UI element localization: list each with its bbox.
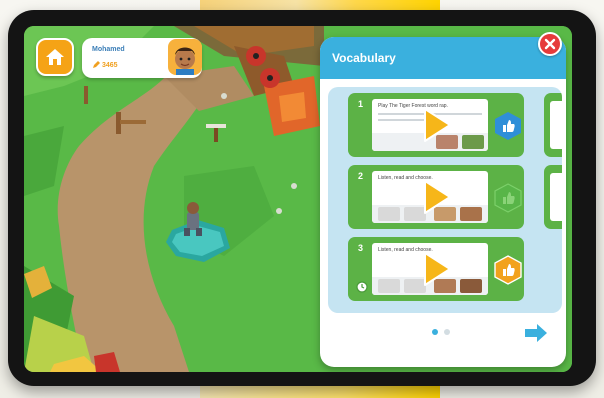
home-button[interactable] — [36, 38, 74, 76]
close-icon — [544, 38, 556, 50]
activity-card-2[interactable]: 2 Listen, read and choose. — [348, 165, 524, 229]
activity-number: 1 — [358, 99, 364, 109]
activity-card-peek[interactable] — [544, 93, 562, 157]
page-indicator — [432, 329, 450, 335]
avatar-face-icon — [175, 47, 195, 75]
player-name: Mohamed — [92, 46, 125, 53]
home-icon — [46, 49, 64, 65]
play-button[interactable] — [422, 251, 452, 287]
activity-card-1[interactable]: 1 Play The Tiger Forest word rap. — [348, 93, 524, 157]
green-hexagon-thumb-icon — [494, 183, 522, 213]
player-points: 3465 — [92, 61, 118, 69]
activity-number: 2 — [358, 171, 364, 181]
activity-card-peek[interactable] — [544, 165, 562, 229]
page-dot[interactable] — [444, 329, 450, 335]
game-screen: Mohamed 3465 Vocabulary 1 Play The Tiger… — [24, 26, 572, 372]
player-avatar[interactable] — [168, 39, 202, 75]
orange-hexagon-thumb-icon — [494, 255, 522, 285]
page-dot-active[interactable] — [432, 329, 438, 335]
activity-list: 1 Play The Tiger Forest word rap. 2 List… — [328, 87, 562, 313]
panel-header: Vocabulary — [320, 37, 566, 79]
play-button[interactable] — [422, 107, 452, 143]
panel-title: Vocabulary — [332, 51, 396, 65]
blue-hexagon-thumb-icon — [495, 112, 521, 140]
timer-icon — [356, 281, 368, 293]
activity-number: 3 — [358, 243, 364, 253]
next-arrow-button[interactable] — [524, 323, 548, 343]
player-points-value: 3465 — [102, 61, 118, 69]
vocabulary-panel: Vocabulary 1 Play The Tiger Forest word … — [320, 37, 566, 367]
pencil-icon — [93, 61, 100, 68]
play-button[interactable] — [422, 179, 452, 215]
close-button[interactable] — [538, 32, 562, 56]
activity-card-3[interactable]: 3 Listen, read and choose. — [348, 237, 524, 301]
